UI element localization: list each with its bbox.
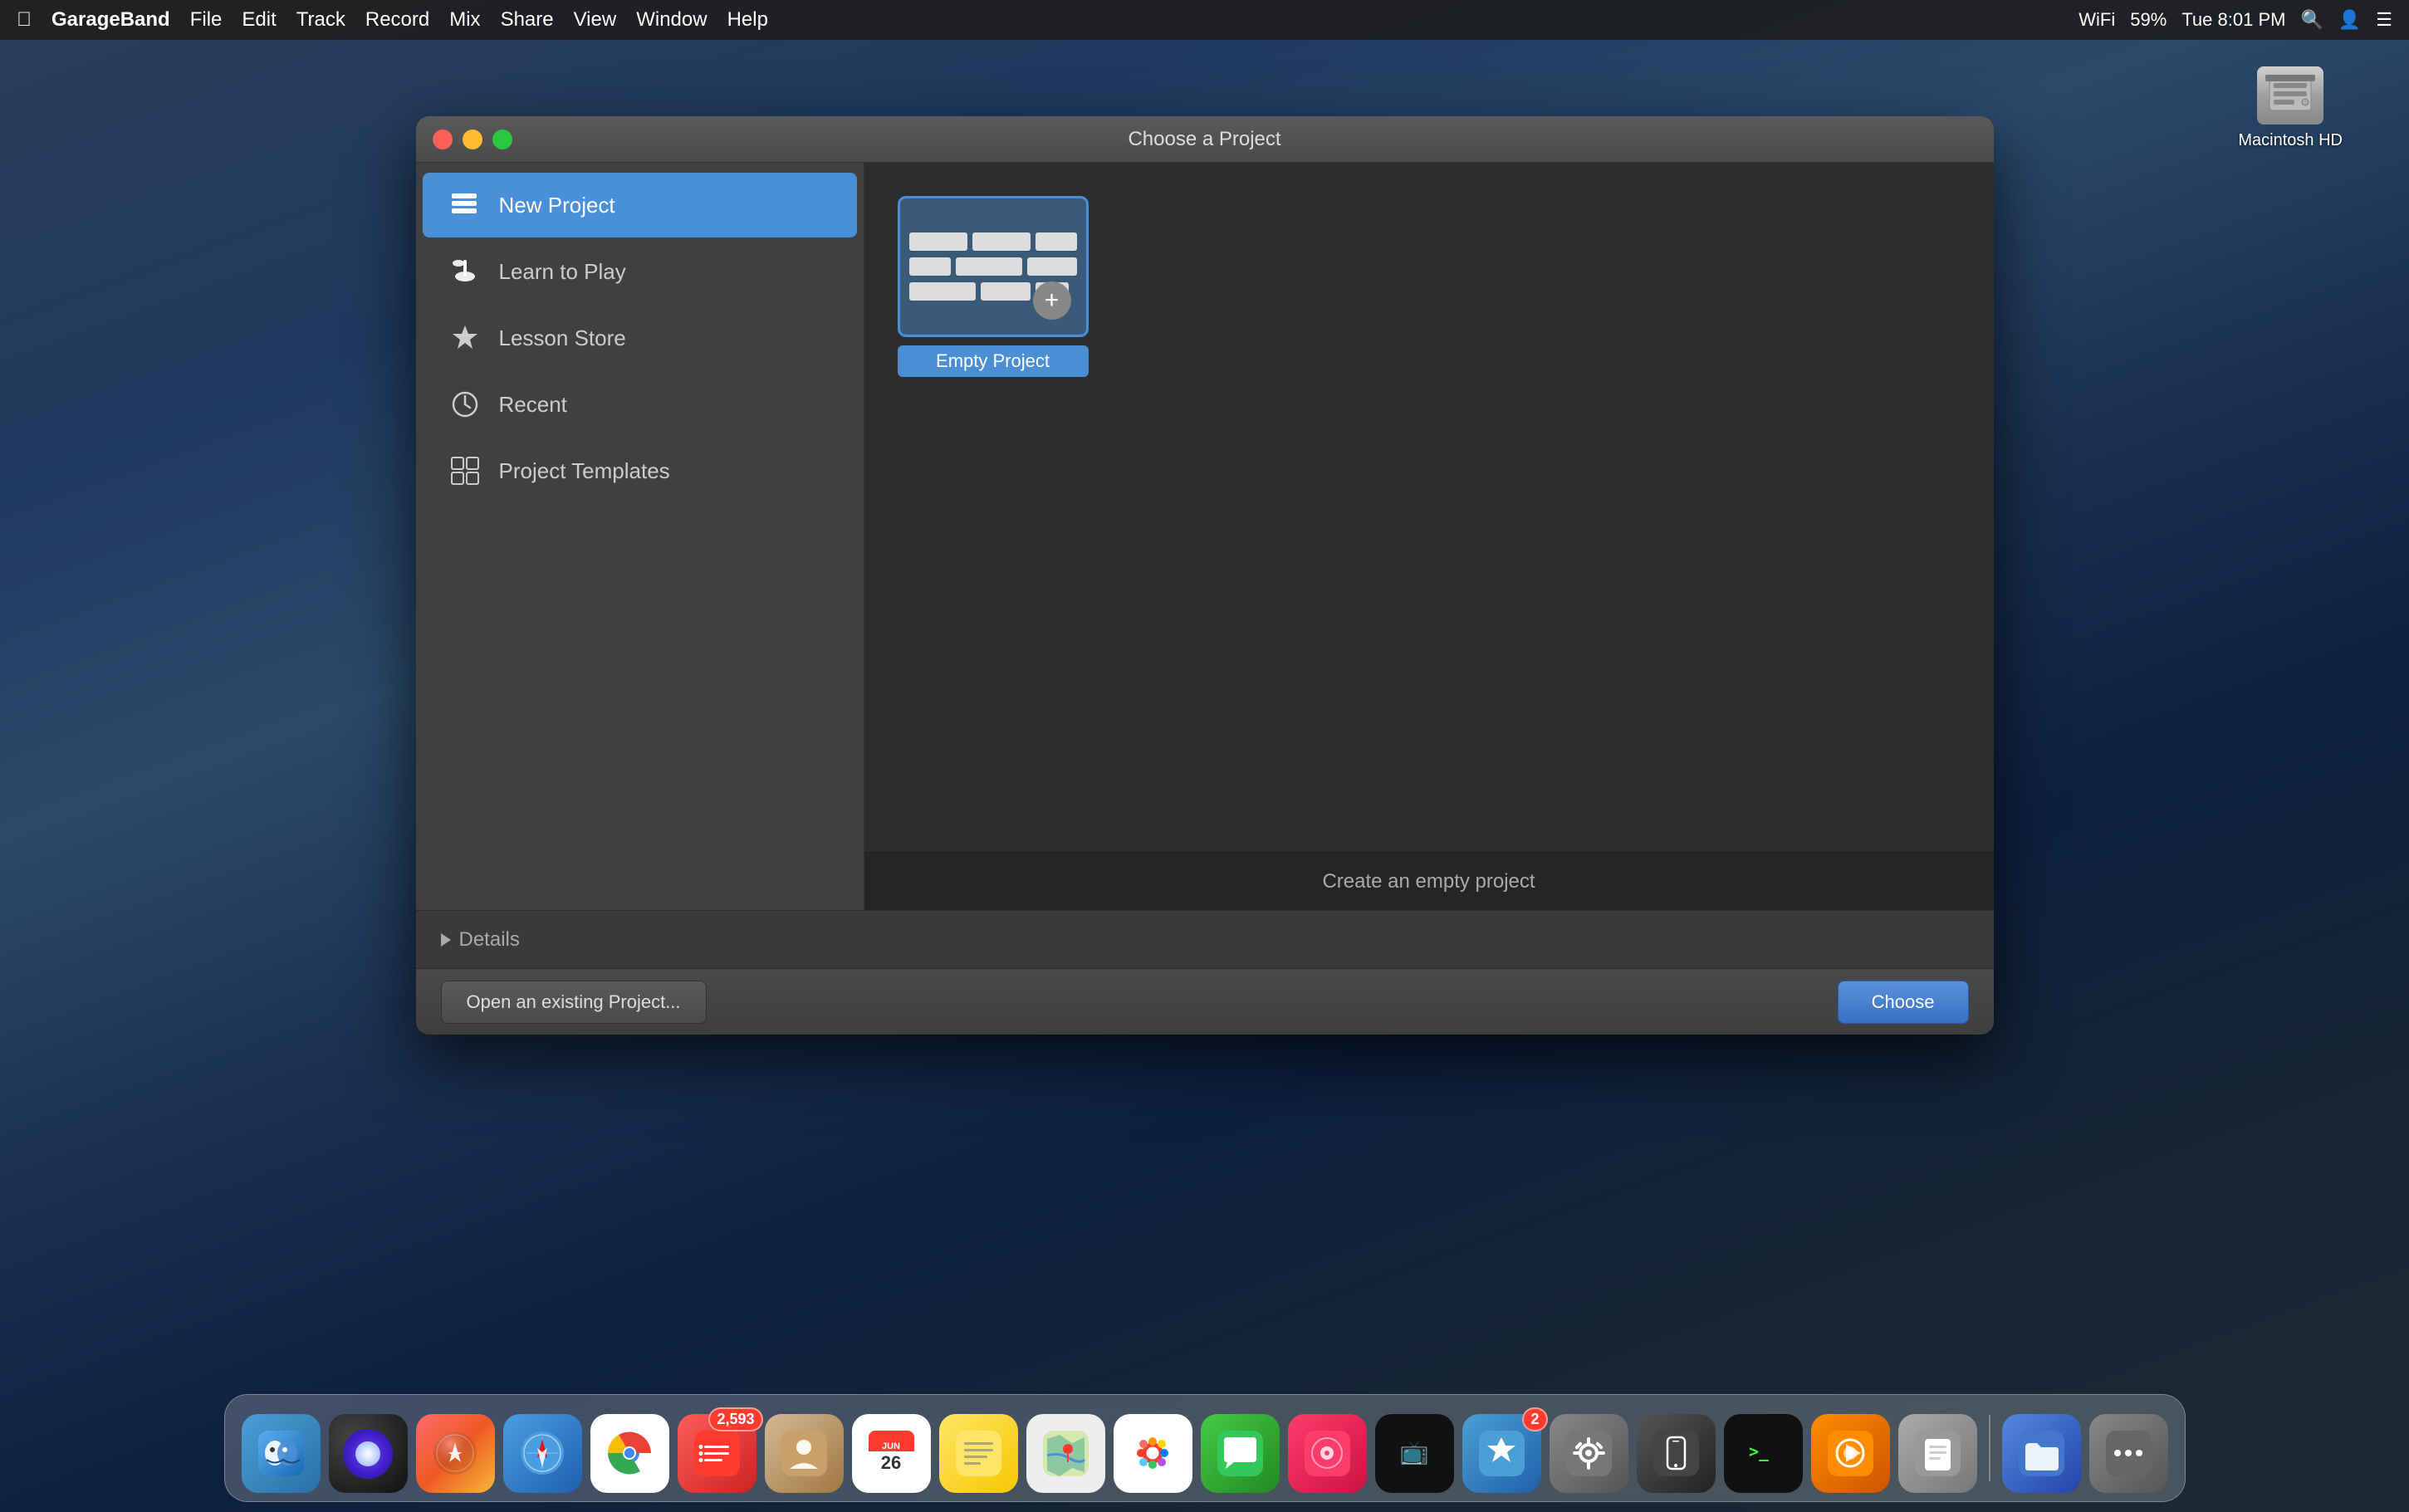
empty-project-label: Empty Project <box>898 345 1089 377</box>
macintosh-hd-icon[interactable]: Macintosh HD <box>2238 66 2343 150</box>
menu-window[interactable]: Window <box>636 8 707 32</box>
menu-share[interactable]: Share <box>501 8 554 32</box>
menu-file[interactable]: File <box>190 8 223 32</box>
dock-contacts[interactable] <box>765 1414 844 1493</box>
main-content: + Empty Project Create an empty project <box>864 163 1994 910</box>
project-templates-icon <box>448 453 482 488</box>
plus-icon: + <box>1033 281 1071 320</box>
sidebar-item-recent[interactable]: Recent <box>423 372 857 437</box>
menu-mix[interactable]: Mix <box>449 8 480 32</box>
menu-record[interactable]: Record <box>365 8 429 32</box>
dock-separator <box>1989 1415 1990 1481</box>
maximize-button[interactable] <box>492 130 512 149</box>
dock-settings[interactable] <box>1550 1414 1628 1493</box>
close-button[interactable] <box>433 130 453 149</box>
dock-siri[interactable] <box>329 1414 408 1493</box>
menu-view[interactable]: View <box>574 8 617 32</box>
sidebar-item-learn-to-play[interactable]: Learn to Play <box>423 239 857 304</box>
dock-calendar[interactable]: JUN 26 <box>852 1414 931 1493</box>
learn-to-play-label: Learn to Play <box>499 259 626 285</box>
project-templates-label: Project Templates <box>499 458 670 484</box>
dock-appletv[interactable]: 📺 <box>1375 1414 1454 1493</box>
choose-button[interactable]: Choose <box>1838 981 1969 1024</box>
clock: Tue 8:01 PM <box>2181 9 2285 31</box>
empty-project-thumb[interactable]: + <box>898 196 1089 337</box>
svg-text:26: 26 <box>880 1452 900 1473</box>
recent-icon <box>448 387 482 422</box>
hdd-icon-img <box>2257 66 2323 125</box>
details-row[interactable]: Details <box>416 910 1994 968</box>
app-name[interactable]: GarageBand <box>51 8 170 32</box>
dock-reminders[interactable]: 2,593 <box>678 1414 756 1493</box>
dock-maps[interactable] <box>1026 1414 1105 1493</box>
dock-overflow[interactable] <box>2089 1414 2168 1493</box>
lesson-store-label: Lesson Store <box>499 325 626 351</box>
dock-photos[interactable] <box>1114 1414 1192 1493</box>
recent-label: Recent <box>499 392 567 418</box>
project-grid: + Empty Project <box>864 163 1994 852</box>
menu-edit[interactable]: Edit <box>242 8 276 32</box>
status-text: Create an empty project <box>1322 870 1535 893</box>
lesson-store-icon <box>448 321 482 355</box>
dock-garageband[interactable] <box>1811 1414 1890 1493</box>
dock-finder[interactable] <box>242 1414 321 1493</box>
empty-project-card[interactable]: + Empty Project <box>898 196 1089 377</box>
dock-launchpad[interactable] <box>416 1414 495 1493</box>
wifi-icon[interactable]: WiFi <box>2078 9 2115 31</box>
sidebar: New Project Learn to Play <box>416 163 864 910</box>
details-label: Details <box>459 928 520 952</box>
dialog-titlebar: Choose a Project <box>416 116 1994 163</box>
reminders-badge: 2,593 <box>708 1407 762 1431</box>
dock-safari[interactable] <box>503 1414 582 1493</box>
new-project-label: New Project <box>499 193 615 218</box>
user-icon[interactable]: 👤 <box>2338 9 2361 31</box>
details-arrow-icon <box>441 933 451 947</box>
learn-to-play-icon <box>448 254 482 289</box>
dock: 2,593 JU <box>224 1394 2186 1502</box>
menu-help[interactable]: Help <box>727 8 768 32</box>
search-icon[interactable]: 🔍 <box>2300 9 2323 31</box>
minimize-button[interactable] <box>463 130 482 149</box>
dialog-body: New Project Learn to Play <box>416 163 1994 910</box>
open-existing-button[interactable]: Open an existing Project... <box>441 981 707 1024</box>
new-project-icon <box>448 188 482 223</box>
svg-text:>_: >_ <box>1749 1441 1770 1461</box>
apple-menu[interactable]:  <box>17 8 32 32</box>
dock-music[interactable] <box>1288 1414 1367 1493</box>
dialog-toolbar: Open an existing Project... Choose <box>416 968 1994 1035</box>
svg-text:JUN: JUN <box>881 1441 899 1451</box>
battery-status: 59% <box>2130 9 2167 31</box>
content-status: Create an empty project <box>864 852 1994 910</box>
appstore-badge: 2 <box>1522 1407 1547 1431</box>
hdd-label: Macintosh HD <box>2238 131 2343 150</box>
svg-text:📺: 📺 <box>1399 1439 1428 1466</box>
dock-iphone[interactable] <box>1637 1414 1716 1493</box>
sidebar-item-new-project[interactable]: New Project <box>423 173 857 237</box>
dock-chrome[interactable] <box>590 1414 669 1493</box>
dialog-title: Choose a Project <box>1128 128 1280 151</box>
desktop:  GarageBand File Edit Track Record Mix … <box>0 0 2409 1512</box>
dock-preview[interactable] <box>1898 1414 1977 1493</box>
dock-notes[interactable] <box>939 1414 1018 1493</box>
dock-files[interactable] <box>2002 1414 2081 1493</box>
sidebar-item-project-templates[interactable]: Project Templates <box>423 438 857 503</box>
choose-project-dialog: Choose a Project New Project <box>416 116 1994 1035</box>
dock-appstore[interactable]: 2 <box>1462 1414 1541 1493</box>
sidebar-item-lesson-store[interactable]: Lesson Store <box>423 306 857 370</box>
dock-messages[interactable] <box>1201 1414 1280 1493</box>
menu-track[interactable]: Track <box>296 8 345 32</box>
dock-terminal[interactable]: >_ <box>1724 1414 1803 1493</box>
control-center-icon[interactable]: ☰ <box>2376 9 2392 31</box>
traffic-lights <box>433 130 512 149</box>
menubar:  GarageBand File Edit Track Record Mix … <box>0 0 2409 40</box>
